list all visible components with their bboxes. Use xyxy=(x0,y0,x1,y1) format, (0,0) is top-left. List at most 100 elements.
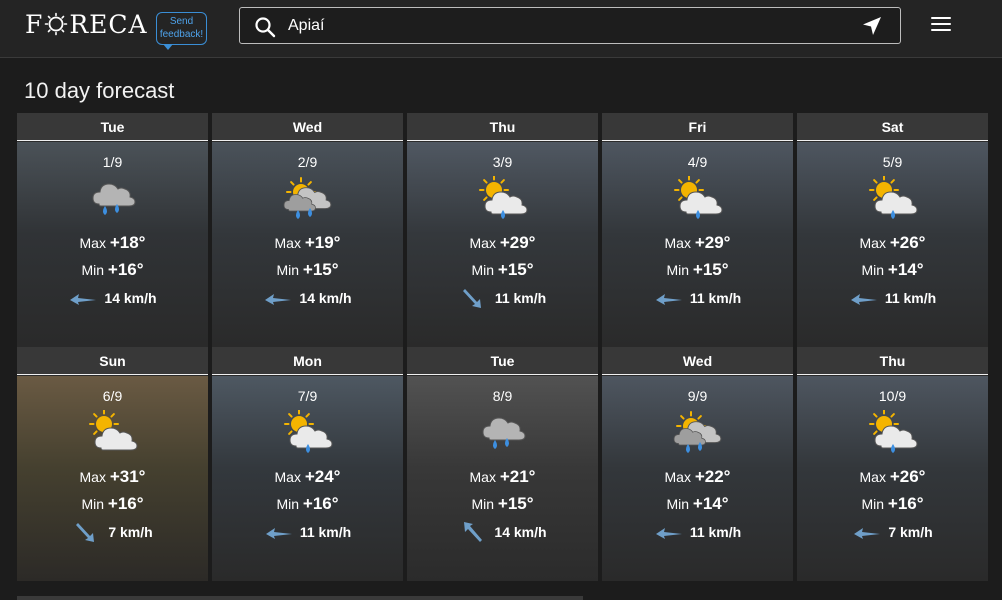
wind-speed: 11 km/h xyxy=(689,524,742,540)
day-card-10[interactable]: Thu 10/9 Max +26° Min +16° 7 km/h xyxy=(797,347,988,581)
partly-sunny-rain-icon xyxy=(673,411,721,453)
feedback-label-line1: Send xyxy=(169,16,194,27)
day-card-4[interactable]: Fri 4/9 Max +29° Min +15° 11 km/h xyxy=(602,113,793,347)
day-card-3[interactable]: Thu 3/9 Max +29° Min +15° 11 km/h xyxy=(407,113,598,347)
cloud-rain-icon xyxy=(481,417,526,449)
day-date: 10/9 xyxy=(878,388,907,404)
wind-info: 11 km/h xyxy=(602,520,793,544)
day-body: 4/9 Max +29° Min +15° 11 km/h xyxy=(602,142,793,347)
min-temp: Min +15° xyxy=(666,260,729,279)
wind-arrow-left-icon xyxy=(854,528,881,539)
wind-arrow-down-icon xyxy=(462,289,481,308)
wind-speed: 7 km/h xyxy=(108,524,153,540)
bottom-strip xyxy=(17,596,583,600)
max-temp: Max +19° xyxy=(274,233,341,252)
sun-cloud-rain-icon xyxy=(673,176,723,219)
day-card-5[interactable]: Sat 5/9 Max +26° Min +14° 11 km/h xyxy=(797,113,988,347)
wind-speed: 14 km/h xyxy=(494,524,547,540)
day-card-6[interactable]: Sun 6/9 Max +31° Min +16° 7 km/h xyxy=(17,347,208,581)
day-date: 5/9 xyxy=(882,154,903,170)
cloud-rain-icon xyxy=(91,183,136,215)
logo-text-end: RECA xyxy=(69,9,148,39)
wind-speed: 11 km/h xyxy=(689,290,742,306)
max-temp: Max +21° xyxy=(469,467,536,486)
wind-info: 11 km/h xyxy=(407,286,598,310)
day-of-week: Mon xyxy=(212,347,403,375)
wind-info: 11 km/h xyxy=(212,520,403,544)
day-card-2[interactable]: Wed 2/9 Max +19° Min +15° 14 km/h xyxy=(212,113,403,347)
day-of-week: Sat xyxy=(797,113,988,141)
sun-cloud-rain-icon xyxy=(478,176,528,219)
sun-cloud-rain-icon xyxy=(868,410,918,453)
wind-info: 14 km/h xyxy=(212,286,403,310)
day-date: 3/9 xyxy=(492,154,513,170)
day-body: 7/9 Max +24° Min +16° 11 km/h xyxy=(212,376,403,581)
day-date: 9/9 xyxy=(687,388,708,404)
wind-info: 7 km/h xyxy=(797,520,988,544)
day-date: 6/9 xyxy=(102,388,123,404)
wind-speed: 11 km/h xyxy=(494,290,547,306)
location-search-box xyxy=(239,7,901,44)
wind-arrow-left-icon xyxy=(70,294,97,305)
hamburger-menu-icon[interactable] xyxy=(931,17,951,33)
wind-speed: 14 km/h xyxy=(299,290,352,306)
day-body: 9/9 Max +22° Min +14° 11 km/h xyxy=(602,376,793,581)
day-body: 3/9 Max +29° Min +15° 11 km/h xyxy=(407,142,598,347)
wind-arrow-down-icon xyxy=(76,523,95,542)
max-temp: Max +22° xyxy=(664,467,731,486)
min-temp: Min +16° xyxy=(276,494,339,513)
wind-info: 7 km/h xyxy=(17,520,208,544)
day-of-week: Thu xyxy=(797,347,988,375)
day-body: 10/9 Max +26° Min +16° 7 km/h xyxy=(797,376,988,581)
day-date: 7/9 xyxy=(297,388,318,404)
logo-text-start: F xyxy=(25,9,44,39)
day-body: 8/9 Max +21° Min +15° 14 km/h xyxy=(407,376,598,581)
send-feedback-button[interactable]: Send feedback! xyxy=(156,12,207,50)
section-title: 10 day forecast xyxy=(24,78,175,103)
max-temp: Max +18° xyxy=(79,233,146,252)
wind-speed: 11 km/h xyxy=(299,524,352,540)
min-temp: Min +16° xyxy=(81,494,144,513)
day-of-week: Tue xyxy=(407,347,598,375)
max-temp: Max +24° xyxy=(274,467,341,486)
min-temp: Min +14° xyxy=(666,494,729,513)
wind-info: 11 km/h xyxy=(797,286,988,310)
feedback-label-line2: feedback! xyxy=(159,29,204,40)
wind-speed: 14 km/h xyxy=(104,290,157,306)
day-body: 6/9 Max +31° Min +16° 7 km/h xyxy=(17,376,208,581)
day-date: 2/9 xyxy=(297,154,318,170)
day-card-1[interactable]: Tue 1/9 Max +18° Min +16° 14 km/h xyxy=(17,113,208,347)
sun-cloud-rain-icon xyxy=(283,410,333,453)
day-card-9[interactable]: Wed 9/9 Max +22° Min +14° 11 km/h xyxy=(602,347,793,581)
min-temp: Min +14° xyxy=(861,260,924,279)
wind-arrow-left-icon xyxy=(265,294,292,305)
max-temp: Max +29° xyxy=(664,233,731,252)
max-temp: Max +26° xyxy=(859,467,926,486)
day-body: 1/9 Max +18° Min +16° 14 km/h xyxy=(17,142,208,347)
day-of-week: Fri xyxy=(602,113,793,141)
day-card-8[interactable]: Tue 8/9 Max +21° Min +15° 14 km/h xyxy=(407,347,598,581)
search-icon[interactable] xyxy=(254,16,276,38)
locate-me-icon[interactable] xyxy=(862,16,882,36)
wind-arrow-left-icon xyxy=(850,294,877,305)
wind-speed: 11 km/h xyxy=(884,290,937,306)
wind-arrow-left-icon xyxy=(265,528,292,539)
min-temp: Min +16° xyxy=(81,260,144,279)
day-card-7[interactable]: Mon 7/9 Max +24° Min +16° 11 km/h xyxy=(212,347,403,581)
day-of-week: Sun xyxy=(17,347,208,375)
sun-cloud-icon xyxy=(88,410,138,451)
partly-sunny-rain-icon xyxy=(283,177,331,219)
wind-arrow-up-icon xyxy=(464,522,483,542)
day-of-week: Wed xyxy=(602,347,793,375)
foreca-logo[interactable]: F RECA xyxy=(25,9,148,39)
top-bar: F RECA Send feedback! xyxy=(0,0,1002,58)
location-search-input[interactable] xyxy=(288,8,848,43)
day-date: 1/9 xyxy=(102,154,123,170)
logo-sun-icon xyxy=(45,12,68,36)
wind-arrow-left-icon xyxy=(655,294,682,305)
wind-info: 11 km/h xyxy=(602,286,793,310)
day-date: 4/9 xyxy=(687,154,708,170)
day-of-week: Thu xyxy=(407,113,598,141)
wind-info: 14 km/h xyxy=(407,520,598,544)
min-temp: Min +15° xyxy=(471,260,534,279)
